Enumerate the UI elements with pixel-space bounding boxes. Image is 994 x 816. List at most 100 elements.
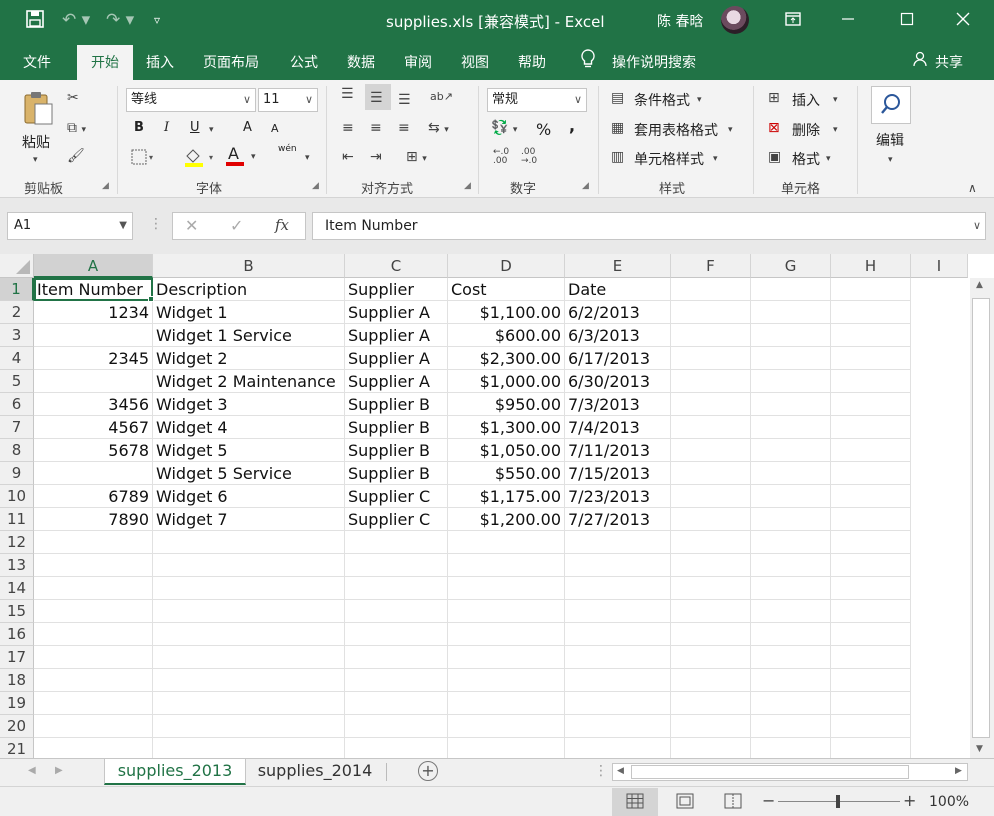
empty-cell[interactable]	[671, 554, 751, 577]
underline-button[interactable]: U	[190, 120, 200, 135]
empty-cell[interactable]	[751, 301, 831, 324]
number-format-select[interactable]: 常规 ∨	[487, 88, 587, 112]
conditional-format-icon[interactable]: ▤	[611, 90, 624, 106]
row-header[interactable]: 14	[0, 577, 34, 600]
cancel-icon[interactable]: ✕	[185, 216, 198, 235]
empty-cell[interactable]	[448, 646, 565, 669]
empty-cell[interactable]	[671, 439, 751, 462]
cell-styles-button[interactable]: 单元格样式	[634, 149, 704, 169]
row-header[interactable]: 17	[0, 646, 34, 669]
zoom-out-button[interactable]: −	[762, 791, 775, 810]
copy-icon[interactable]: ⧉ ▾	[67, 120, 86, 138]
row-header[interactable]: 18	[0, 669, 34, 692]
empty-cell[interactable]	[565, 623, 671, 646]
zoom-slider-thumb[interactable]	[836, 795, 840, 808]
table-cell[interactable]: $1,050.00	[448, 439, 565, 462]
table-cell[interactable]: Supplier A	[345, 301, 448, 324]
table-cell[interactable]: Widget 2	[153, 347, 345, 370]
editing-button[interactable]	[871, 86, 911, 124]
empty-cell[interactable]	[345, 577, 448, 600]
scroll-left-icon[interactable]: ◀	[617, 766, 624, 776]
table-cell[interactable]: $550.00	[448, 462, 565, 485]
table-cell[interactable]: $600.00	[448, 324, 565, 347]
empty-cell[interactable]	[34, 577, 153, 600]
tab-help[interactable]: 帮助	[518, 52, 546, 72]
empty-cell[interactable]	[153, 531, 345, 554]
row-header[interactable]: 19	[0, 692, 34, 715]
table-cell[interactable]: 6789	[34, 485, 153, 508]
scroll-down-icon[interactable]: ▼	[976, 744, 983, 754]
empty-cell[interactable]	[671, 577, 751, 600]
empty-cell[interactable]	[831, 301, 911, 324]
table-cell[interactable]: Supplier C	[345, 485, 448, 508]
header-cell[interactable]: Date	[565, 278, 671, 301]
table-cell[interactable]: $1,300.00	[448, 416, 565, 439]
column-header[interactable]: A	[34, 254, 153, 278]
empty-cell[interactable]	[565, 715, 671, 738]
empty-cell[interactable]	[153, 623, 345, 646]
empty-cell[interactable]	[153, 600, 345, 623]
merge-center-icon[interactable]: ⊞ ▾	[406, 149, 427, 167]
empty-cell[interactable]	[34, 600, 153, 623]
row-header[interactable]: 1	[0, 278, 34, 301]
empty-cell[interactable]	[153, 554, 345, 577]
empty-cell[interactable]	[671, 508, 751, 531]
expand-formula-bar-icon[interactable]: ∨	[973, 213, 981, 239]
bold-button[interactable]: B	[134, 120, 144, 135]
empty-cell[interactable]	[751, 485, 831, 508]
clipboard-launcher-icon[interactable]: ◢	[102, 181, 109, 191]
horizontal-scrollbar[interactable]: ◀ ▶	[612, 763, 968, 781]
empty-cell[interactable]	[671, 393, 751, 416]
horizontal-scroll-thumb[interactable]	[631, 765, 909, 779]
row-header[interactable]: 6	[0, 393, 34, 416]
delete-cells-dropdown-icon[interactable]: ▾	[833, 122, 838, 138]
column-header[interactable]: G	[751, 254, 831, 278]
empty-cell[interactable]	[448, 692, 565, 715]
format-painter-icon[interactable]: 🖌	[67, 148, 85, 164]
row-header[interactable]: 2	[0, 301, 34, 324]
increase-indent-icon[interactable]: ⇥	[370, 149, 382, 165]
zoom-level[interactable]: 100%	[929, 794, 969, 810]
scroll-up-icon[interactable]: ▲	[976, 280, 983, 290]
empty-cell[interactable]	[34, 623, 153, 646]
table-cell[interactable]: 5678	[34, 439, 153, 462]
format-cells-icon[interactable]: ▣	[768, 149, 781, 165]
empty-cell[interactable]	[448, 623, 565, 646]
table-cell[interactable]: Widget 6	[153, 485, 345, 508]
table-cell[interactable]: Supplier A	[345, 347, 448, 370]
empty-cell[interactable]	[751, 416, 831, 439]
phonetic-dropdown-icon[interactable]: ▾	[305, 150, 310, 166]
empty-cell[interactable]	[671, 531, 751, 554]
empty-cell[interactable]	[831, 278, 911, 301]
empty-cell[interactable]	[565, 531, 671, 554]
table-cell[interactable]: 7/3/2013	[565, 393, 671, 416]
empty-cell[interactable]	[751, 462, 831, 485]
header-cell[interactable]: Supplier	[345, 278, 448, 301]
empty-cell[interactable]	[671, 278, 751, 301]
ribbon-display-options-button[interactable]	[778, 8, 808, 34]
empty-cell[interactable]	[831, 462, 911, 485]
align-center-icon[interactable]: ≡	[370, 120, 382, 136]
share-button[interactable]: 共享	[935, 52, 963, 72]
insert-cells-dropdown-icon[interactable]: ▾	[833, 92, 838, 108]
wrap-text-icon[interactable]: ⇆ ▾	[428, 120, 449, 138]
empty-cell[interactable]	[751, 324, 831, 347]
scroll-right-icon[interactable]: ▶	[955, 766, 962, 776]
empty-cell[interactable]	[34, 715, 153, 738]
table-cell[interactable]: $1,000.00	[448, 370, 565, 393]
shrink-font-button[interactable]: A	[271, 122, 279, 135]
empty-cell[interactable]	[565, 692, 671, 715]
row-header[interactable]: 8	[0, 439, 34, 462]
table-cell[interactable]: Supplier A	[345, 370, 448, 393]
delete-cells-icon[interactable]: ⊠	[768, 120, 780, 136]
user-name[interactable]: 陈 春晗	[657, 11, 703, 31]
table-cell[interactable]: Supplier A	[345, 324, 448, 347]
empty-cell[interactable]	[671, 370, 751, 393]
table-cell[interactable]: Supplier B	[345, 393, 448, 416]
table-cell[interactable]: 4567	[34, 416, 153, 439]
empty-cell[interactable]	[448, 715, 565, 738]
empty-cell[interactable]	[565, 554, 671, 577]
row-header[interactable]: 13	[0, 554, 34, 577]
row-header[interactable]: 16	[0, 623, 34, 646]
empty-cell[interactable]	[831, 393, 911, 416]
